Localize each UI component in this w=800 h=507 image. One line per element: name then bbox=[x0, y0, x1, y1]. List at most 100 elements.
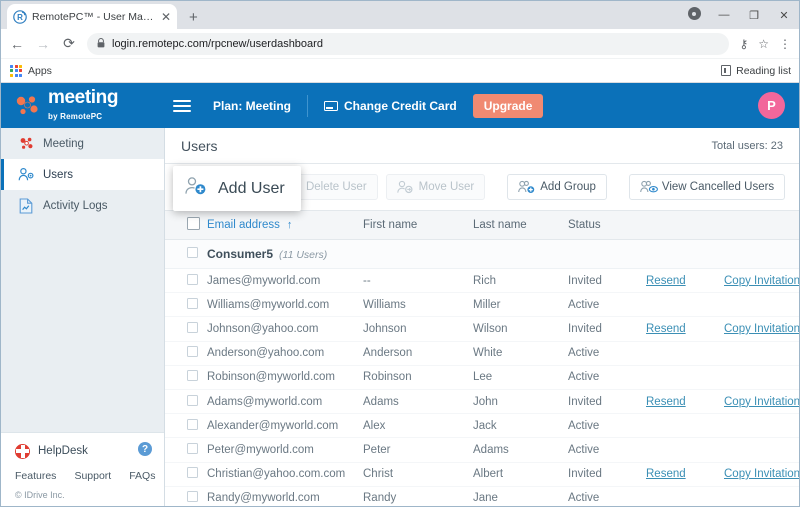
cell-resend[interactable] bbox=[646, 292, 724, 318]
table-row[interactable]: Randy@myworld.com Randy Jane Active bbox=[165, 486, 799, 506]
cell-copy-invitation[interactable]: Copy Invitation bbox=[724, 389, 799, 415]
upgrade-button[interactable]: Upgrade bbox=[472, 93, 544, 118]
cell-resend-link[interactable]: Resend bbox=[646, 275, 686, 287]
table-row[interactable]: Peter@myworld.com Peter Adams Active bbox=[165, 437, 799, 463]
cell-copy-invitation-link[interactable]: Copy Invitation bbox=[724, 468, 799, 480]
footer-link-features[interactable]: Features bbox=[15, 470, 65, 482]
table-row[interactable]: Anderson@yahoo.com Anderson White Active bbox=[165, 341, 799, 366]
row-checkbox[interactable] bbox=[187, 394, 198, 406]
cell-last-name: Jack bbox=[473, 413, 568, 439]
back-button[interactable]: ← bbox=[9, 36, 25, 52]
group-row[interactable]: Consumer5(11 Users) ⌃ bbox=[165, 239, 799, 269]
group-checkbox[interactable] bbox=[187, 247, 198, 258]
table-row[interactable]: Christian@yahoo.com.com Christ Albert Invit… bbox=[165, 462, 799, 487]
cell-copy-invitation[interactable] bbox=[724, 292, 799, 318]
cell-copy-invitation[interactable]: Copy Invitation bbox=[724, 462, 799, 487]
browser-menu-icon[interactable]: ⋮ bbox=[779, 37, 791, 51]
cell-email: Randy@myworld.com bbox=[207, 486, 363, 506]
cell-status: Active bbox=[568, 437, 646, 463]
reading-list-button[interactable]: Reading list bbox=[721, 65, 791, 77]
cell-resend[interactable] bbox=[646, 486, 724, 506]
row-checkbox[interactable] bbox=[187, 442, 198, 454]
cell-copy-invitation[interactable] bbox=[724, 341, 799, 366]
cell-resend-link[interactable]: Resend bbox=[646, 323, 686, 335]
password-key-icon[interactable]: ⚷ bbox=[739, 37, 748, 51]
table-row[interactable]: Alexander@myworld.com Alex Jack Active bbox=[165, 413, 799, 439]
row-checkbox[interactable] bbox=[187, 418, 198, 430]
bookmark-star-icon[interactable]: ☆ bbox=[758, 37, 769, 51]
view-cancelled-users-button[interactable]: View Cancelled Users bbox=[628, 174, 786, 200]
app-logo[interactable]: meeting by RemotePC bbox=[15, 88, 145, 123]
cell-copy-invitation-link[interactable]: Copy Invitation bbox=[724, 275, 799, 287]
cell-copy-invitation[interactable] bbox=[724, 365, 799, 390]
cell-last-name: White bbox=[473, 341, 568, 366]
sidebar-item-meeting-label: Meeting bbox=[43, 137, 84, 150]
table-row[interactable]: Robinson@myworld.com Robinson Lee Active bbox=[165, 365, 799, 390]
cell-resend[interactable]: Resend bbox=[646, 389, 724, 415]
cell-resend[interactable] bbox=[646, 437, 724, 463]
cell-copy-invitation-link[interactable]: Copy Invitation bbox=[724, 396, 799, 408]
add-group-button[interactable]: Add Group bbox=[507, 174, 607, 200]
cell-resend[interactable] bbox=[646, 341, 724, 366]
cell-resend-link[interactable]: Resend bbox=[646, 468, 686, 480]
table-row[interactable]: Williams@myworld.com Williams Miller Active bbox=[165, 292, 799, 318]
close-window-button[interactable]: ✕ bbox=[769, 9, 799, 22]
main-content: Users Total users: 23 Add User bbox=[165, 128, 799, 506]
cell-resend[interactable]: Resend bbox=[646, 462, 724, 487]
toolbar-actions: ⚷ ☆ ⋮ bbox=[739, 37, 791, 51]
cell-resend-link[interactable]: Resend bbox=[646, 396, 686, 408]
row-checkbox[interactable] bbox=[187, 467, 198, 479]
cell-resend[interactable]: Resend bbox=[646, 268, 724, 294]
tab-close-icon[interactable]: ✕ bbox=[161, 11, 171, 23]
row-checkbox[interactable] bbox=[187, 297, 198, 309]
cell-email: Adams@myworld.com bbox=[207, 389, 363, 415]
change-credit-card-label: Change Credit Card bbox=[344, 98, 457, 113]
change-credit-card-button[interactable]: Change Credit Card bbox=[324, 99, 457, 113]
maximize-button[interactable]: ❐ bbox=[739, 9, 769, 22]
footer-link-support[interactable]: Support bbox=[65, 470, 120, 482]
delete-user-label: Delete User bbox=[305, 181, 367, 193]
cell-last-name: Albert bbox=[473, 462, 568, 487]
row-checkbox[interactable] bbox=[187, 346, 198, 358]
cell-copy-invitation[interactable]: Copy Invitation bbox=[724, 268, 799, 294]
header-last-name[interactable]: Last name bbox=[473, 211, 568, 240]
header-email-address[interactable]: Email address ↑ bbox=[207, 211, 363, 240]
browser-tab[interactable]: R RemotePC™ - User Management ✕ bbox=[7, 4, 177, 29]
help-question-icon[interactable]: ? bbox=[138, 442, 152, 456]
avatar[interactable]: P bbox=[758, 92, 785, 119]
row-checkbox[interactable] bbox=[187, 491, 198, 503]
reload-button[interactable]: ⟳ bbox=[61, 35, 77, 52]
row-checkbox[interactable] bbox=[187, 273, 198, 285]
minimize-button[interactable]: — bbox=[709, 9, 739, 21]
cell-copy-invitation[interactable]: Copy Invitation bbox=[724, 316, 799, 342]
profile-dot-icon[interactable] bbox=[679, 7, 709, 23]
cell-last-name: John bbox=[473, 389, 568, 415]
forward-button[interactable]: → bbox=[35, 36, 51, 52]
cell-copy-invitation-link[interactable]: Copy Invitation bbox=[724, 323, 799, 335]
sidebar-item-activity-logs[interactable]: Activity Logs bbox=[1, 190, 164, 221]
address-bar[interactable]: login.remotepc.com/rpcnew/userdashboard bbox=[87, 32, 730, 55]
cell-copy-invitation[interactable] bbox=[724, 486, 799, 506]
cell-copy-invitation[interactable] bbox=[724, 437, 799, 463]
table-row[interactable]: Johnson@yahoo.com Johnson Wilson Invited Res… bbox=[165, 316, 799, 342]
cell-first-name: Christ bbox=[363, 462, 473, 487]
footer-link-faqs[interactable]: FAQs bbox=[120, 470, 164, 482]
cell-resend[interactable]: Resend bbox=[646, 316, 724, 342]
sidebar-item-users[interactable]: Users bbox=[1, 159, 164, 190]
new-tab-button[interactable]: + bbox=[185, 10, 202, 25]
bookmark-apps[interactable]: Apps bbox=[10, 64, 52, 77]
row-checkbox[interactable] bbox=[187, 370, 198, 382]
header-first-name[interactable]: First name bbox=[363, 211, 473, 240]
cell-copy-invitation[interactable] bbox=[724, 413, 799, 439]
sidebar-item-meeting[interactable]: Meeting bbox=[1, 128, 164, 159]
table-row[interactable]: Adams@myworld.com Adams John Invited Resend C… bbox=[165, 389, 799, 415]
cell-resend[interactable] bbox=[646, 365, 724, 390]
select-all-checkbox[interactable] bbox=[187, 217, 200, 230]
header-status[interactable]: Status bbox=[568, 211, 646, 240]
row-checkbox[interactable] bbox=[187, 321, 198, 333]
table-row[interactable]: James@myworld.com -- Rich Invited Resend Copy… bbox=[165, 268, 799, 294]
row-select-cell bbox=[165, 341, 207, 366]
cell-resend[interactable] bbox=[646, 413, 724, 439]
hamburger-icon[interactable] bbox=[173, 97, 191, 115]
add-user-button[interactable]: Add User bbox=[173, 166, 301, 211]
